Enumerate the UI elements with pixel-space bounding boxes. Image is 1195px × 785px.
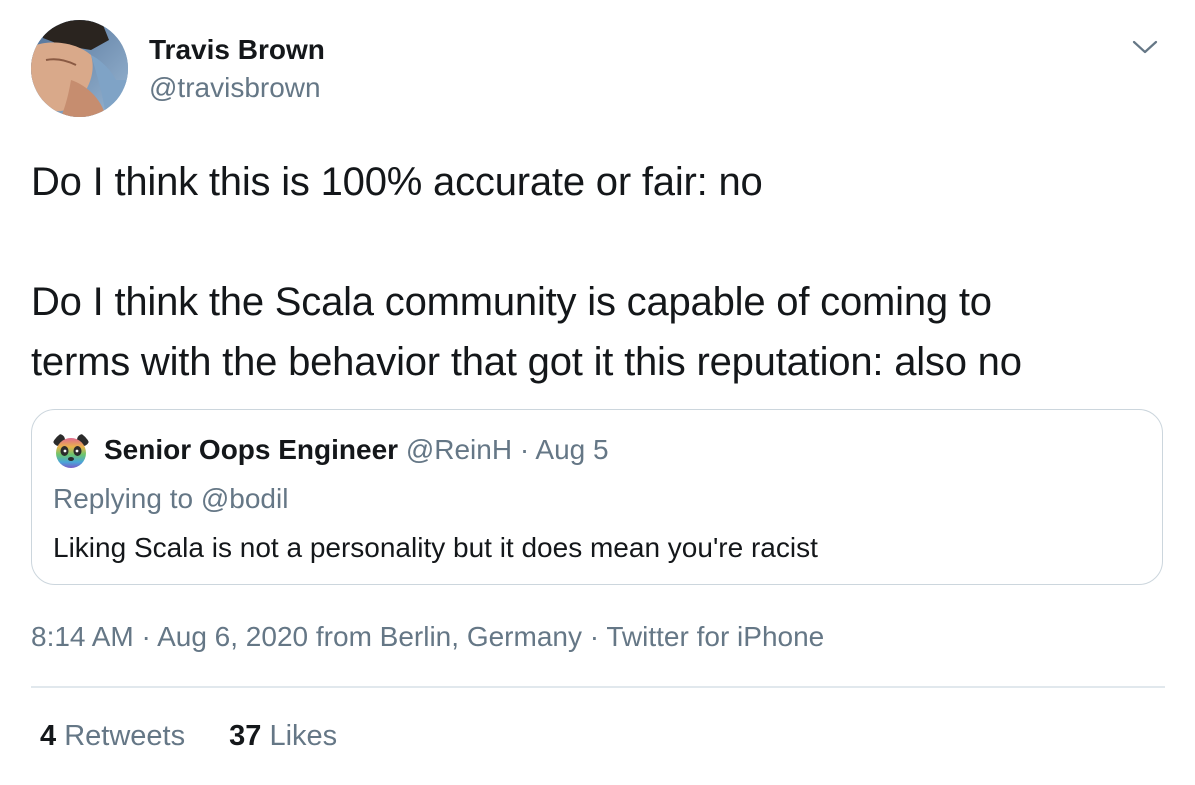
- tweet-paragraph: Do I think the Scala community is capabl…: [31, 280, 992, 324]
- author-avatar[interactable]: [31, 20, 128, 117]
- tweet-paragraph: Do I think this is 100% accurate or fair…: [31, 160, 763, 204]
- tweet-date[interactable]: Aug 6, 2020: [157, 621, 308, 652]
- author-name[interactable]: Travis Brown: [149, 34, 325, 66]
- chevron-down-icon: [1132, 40, 1158, 54]
- quoted-tweet-text: Liking Scala is not a personality but it…: [53, 532, 818, 563]
- tweet-text: Do I think this is 100% accurate or fair…: [31, 152, 1171, 392]
- likes-count: 37: [229, 720, 262, 752]
- panda-avatar-icon: [51, 431, 91, 471]
- separator-dot: ·: [589, 621, 600, 652]
- quoted-author-handle[interactable]: @ReinH: [406, 434, 512, 465]
- tweet-location[interactable]: from Berlin, Germany: [316, 621, 582, 652]
- likes-stat[interactable]: 37 Likes: [229, 720, 337, 753]
- replying-to: Replying to @bodil: [53, 483, 289, 514]
- quoted-author-name[interactable]: Senior Oops Engineer: [104, 434, 398, 465]
- quoted-tweet-card[interactable]: Senior Oops Engineer @ReinH · Aug 5 Repl…: [31, 409, 1163, 585]
- divider: [31, 686, 1165, 688]
- retweets-label: Retweets: [64, 720, 186, 752]
- retweets-stat[interactable]: 4 Retweets: [40, 720, 185, 753]
- tweet-metadata: 8:14 AM · Aug 6, 2020 from Berlin, Germa…: [31, 621, 824, 653]
- author-avatar-image: [31, 20, 128, 117]
- tweet-source[interactable]: Twitter for iPhone: [606, 621, 824, 652]
- author-handle[interactable]: @travisbrown: [149, 72, 321, 104]
- tweet-time[interactable]: 8:14 AM: [31, 621, 134, 652]
- separator-dot: ·: [141, 621, 151, 652]
- tweet-stats: 4 Retweets 37 Likes: [40, 720, 373, 753]
- separator-dot: ·: [519, 434, 530, 465]
- retweets-count: 4: [40, 720, 57, 752]
- quoted-author-avatar: [51, 431, 91, 471]
- tweet-paragraph: terms with the behavior that got it this…: [31, 340, 1022, 384]
- likes-label: Likes: [269, 720, 338, 752]
- quoted-tweet-header: Senior Oops Engineer @ReinH · Aug 5: [104, 434, 609, 466]
- quoted-tweet-date[interactable]: Aug 5: [535, 434, 608, 465]
- more-options-button[interactable]: [1130, 32, 1160, 62]
